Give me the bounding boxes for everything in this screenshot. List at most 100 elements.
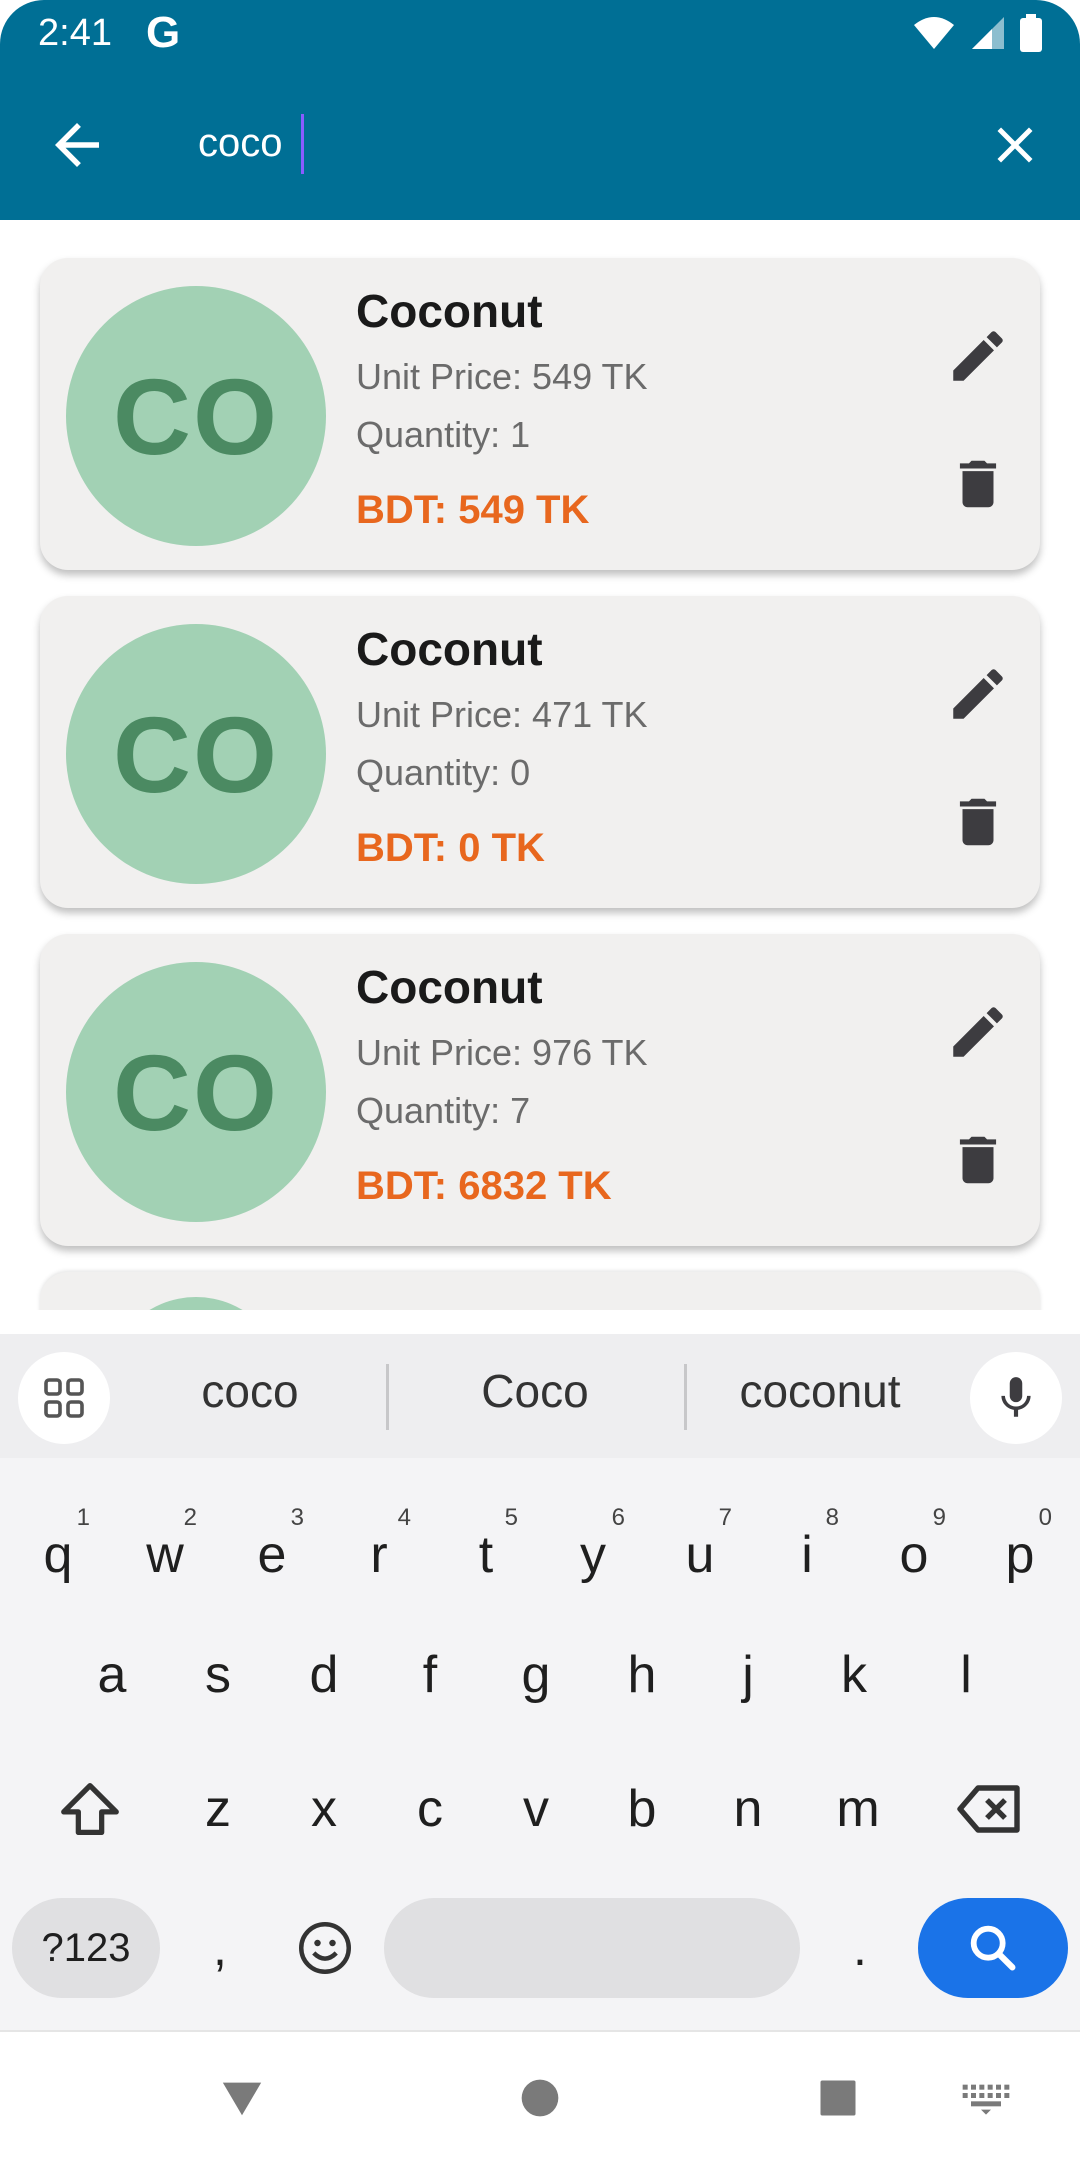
total-price: BDT: 0 TK bbox=[356, 826, 545, 870]
key-a[interactable]: a bbox=[62, 1620, 162, 1730]
unit-price: Unit Price: 549 TK bbox=[356, 356, 648, 397]
key-y[interactable]: y6 bbox=[543, 1500, 643, 1610]
shift-icon bbox=[61, 1783, 119, 1835]
product-name: Coconut bbox=[356, 961, 543, 1013]
key-l[interactable]: l bbox=[916, 1620, 1016, 1730]
key-hint: 8 bbox=[825, 1504, 839, 1531]
suggestion-1[interactable]: coco bbox=[140, 1364, 360, 1418]
unit-price: Unit Price: 471 TK bbox=[356, 694, 648, 735]
back-button[interactable] bbox=[44, 112, 110, 178]
key-s[interactable]: s bbox=[168, 1620, 268, 1730]
key-b[interactable]: b bbox=[592, 1754, 692, 1864]
key-u[interactable]: u7 bbox=[650, 1500, 750, 1610]
product-card[interactable]: CO Coconut Unit Price: 976 TK Quantity: … bbox=[40, 934, 1040, 1246]
avatar bbox=[106, 1297, 286, 1310]
system-nav-bar bbox=[0, 2030, 1080, 2160]
product-list: CO Coconut Unit Price: 549 TK Quantity: … bbox=[0, 220, 1080, 1310]
app-bar: 2:41 G coco bbox=[0, 0, 1080, 220]
symbols-key[interactable]: ?123 bbox=[12, 1898, 160, 1998]
space-key[interactable] bbox=[384, 1898, 800, 1998]
search-key[interactable] bbox=[918, 1898, 1068, 1998]
edit-pencil-icon bbox=[953, 1007, 1003, 1057]
product-card[interactable]: CO Coconut Unit Price: 471 TK Quantity: … bbox=[40, 596, 1040, 908]
avatar: CO bbox=[66, 962, 326, 1222]
shift-key[interactable] bbox=[40, 1754, 140, 1864]
nav-back-button[interactable] bbox=[210, 2066, 274, 2130]
period-key[interactable]: . bbox=[815, 1898, 905, 1998]
key-hint: 3 bbox=[290, 1504, 304, 1531]
key-x[interactable]: x bbox=[274, 1754, 374, 1864]
back-arrow-icon bbox=[55, 123, 99, 167]
keyboard-menu-button[interactable] bbox=[18, 1352, 110, 1444]
key-v[interactable]: v bbox=[486, 1754, 586, 1864]
product-card[interactable]: CO Coconut Unit Price: 549 TK Quantity: … bbox=[40, 258, 1040, 570]
product-card-partial[interactable] bbox=[40, 1272, 1040, 1310]
key-h[interactable]: h bbox=[592, 1620, 692, 1730]
key-o-label: o bbox=[899, 1526, 929, 1584]
edit-button[interactable] bbox=[940, 656, 1016, 732]
quantity: Quantity: 1 bbox=[356, 414, 531, 455]
text-caret bbox=[301, 114, 304, 174]
key-c[interactable]: c bbox=[380, 1754, 480, 1864]
key-r[interactable]: r4 bbox=[329, 1500, 429, 1610]
suggestion-divider bbox=[684, 1364, 687, 1430]
emoji-key[interactable] bbox=[280, 1898, 370, 1998]
key-f[interactable]: f bbox=[380, 1620, 480, 1730]
nav-home-button[interactable] bbox=[508, 2066, 572, 2130]
key-w[interactable]: w2 bbox=[115, 1500, 215, 1610]
key-i[interactable]: i8 bbox=[757, 1500, 857, 1610]
status-time: 2:41 bbox=[38, 12, 112, 54]
backspace-icon bbox=[957, 1785, 1020, 1833]
key-hint: 2 bbox=[183, 1504, 197, 1531]
delete-button[interactable] bbox=[942, 448, 1014, 520]
product-name: Coconut bbox=[356, 623, 543, 675]
keyboard-switch-button[interactable] bbox=[954, 2066, 1018, 2130]
suggestion-2[interactable]: Coco bbox=[420, 1364, 650, 1418]
clear-search-button[interactable] bbox=[985, 115, 1045, 175]
voice-input-button[interactable] bbox=[970, 1352, 1062, 1444]
edit-button[interactable] bbox=[940, 318, 1016, 394]
mic-icon bbox=[1001, 1377, 1031, 1417]
suggestion-3[interactable]: coconut bbox=[700, 1364, 940, 1418]
key-hint: 0 bbox=[1038, 1504, 1052, 1531]
status-bar: 2:41 G bbox=[0, 0, 1080, 66]
nav-back-icon bbox=[222, 2082, 262, 2116]
soft-keyboard: coco Coco coconut q1 w2 e3 r4 t5 y6 u7 i… bbox=[0, 1334, 1080, 2030]
key-r-label: r bbox=[370, 1526, 388, 1584]
avatar: CO bbox=[66, 286, 326, 546]
backspace-key[interactable] bbox=[940, 1754, 1040, 1864]
key-d[interactable]: d bbox=[274, 1620, 374, 1730]
key-hint: 4 bbox=[397, 1504, 411, 1531]
search-input[interactable]: coco bbox=[198, 108, 948, 178]
wifi-icon bbox=[914, 17, 954, 49]
key-hint: 7 bbox=[718, 1504, 732, 1531]
delete-button[interactable] bbox=[942, 786, 1014, 858]
key-t[interactable]: t5 bbox=[436, 1500, 536, 1610]
keyboard-icon bbox=[962, 2084, 1010, 2115]
key-j[interactable]: j bbox=[698, 1620, 798, 1730]
edit-button[interactable] bbox=[940, 994, 1016, 1070]
grid-icon bbox=[44, 1378, 84, 1418]
comma-key[interactable]: , bbox=[175, 1898, 265, 1998]
unit-price: Unit Price: 976 TK bbox=[356, 1032, 648, 1073]
key-e[interactable]: e3 bbox=[222, 1500, 322, 1610]
nav-recents-button[interactable] bbox=[806, 2066, 870, 2130]
total-price: BDT: 6832 TK bbox=[356, 1164, 612, 1208]
key-o[interactable]: o9 bbox=[864, 1500, 964, 1610]
key-k[interactable]: k bbox=[804, 1620, 904, 1730]
key-g[interactable]: g bbox=[486, 1620, 586, 1730]
delete-button[interactable] bbox=[942, 1124, 1014, 1196]
suggestion-divider bbox=[386, 1364, 389, 1430]
key-u-label: u bbox=[685, 1526, 715, 1584]
key-n[interactable]: n bbox=[698, 1754, 798, 1864]
key-z[interactable]: z bbox=[168, 1754, 268, 1864]
key-w-label: w bbox=[146, 1526, 184, 1584]
product-name: Coconut bbox=[356, 285, 543, 337]
key-q[interactable]: q1 bbox=[8, 1500, 108, 1610]
key-p[interactable]: p0 bbox=[970, 1500, 1070, 1610]
status-icons bbox=[912, 14, 1042, 52]
trash-icon bbox=[959, 460, 997, 508]
key-m[interactable]: m bbox=[808, 1754, 908, 1864]
key-t-label: t bbox=[478, 1526, 494, 1584]
key-e-label: e bbox=[257, 1526, 287, 1584]
